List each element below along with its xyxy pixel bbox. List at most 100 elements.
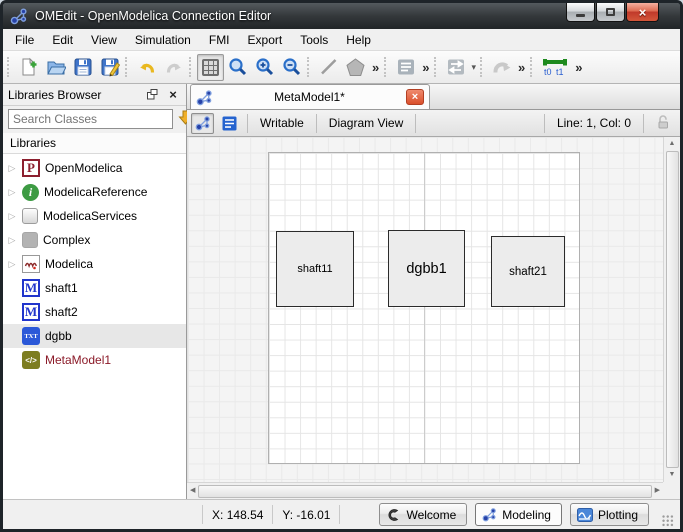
open-model-button[interactable] xyxy=(42,54,69,81)
toolbar-handle[interactable] xyxy=(434,57,439,77)
diagram-canvas[interactable]: shaft11 dgbb1 shaft21 xyxy=(187,137,663,482)
libraries-section-label: Libraries xyxy=(3,133,186,154)
vertical-scroll-thumb[interactable] xyxy=(665,151,679,468)
window-title: OMEdit - OpenModelica Connection Editor xyxy=(35,9,272,23)
library-item-openmodelica[interactable]: ▷ P OpenModelica xyxy=(3,156,186,180)
library-item-shaft1[interactable]: M shaft1 xyxy=(3,276,186,300)
libraries-browser-title: Libraries Browser xyxy=(8,87,102,102)
plotting-perspective-button[interactable]: Plotting xyxy=(569,503,649,526)
scroll-down-icon[interactable]: ▼ xyxy=(669,471,676,479)
unlocked-padlock-icon xyxy=(658,115,668,129)
horizontal-scrollbar[interactable]: ◀ ▶ xyxy=(187,482,663,499)
toolbar-handle[interactable] xyxy=(480,57,485,77)
menu-file[interactable]: File xyxy=(6,30,43,50)
scroll-up-icon[interactable]: ▲ xyxy=(669,140,676,148)
welcome-perspective-button[interactable]: Welcome xyxy=(379,503,468,526)
component-shaft11[interactable]: shaft11 xyxy=(276,231,354,307)
text-view-button[interactable] xyxy=(218,113,241,134)
horizontal-scroll-thumb[interactable] xyxy=(198,484,652,498)
float-panel-button[interactable] xyxy=(144,87,160,102)
toolbar-handle[interactable] xyxy=(125,57,130,77)
modeling-icon xyxy=(482,508,497,522)
connect-dropdown-caret[interactable]: ▾ xyxy=(469,62,478,73)
welcome-icon xyxy=(388,508,399,521)
toolbar-handle[interactable] xyxy=(307,57,312,77)
library-item-complex[interactable]: ▷ Complex xyxy=(3,228,186,252)
window-resize-grip[interactable] xyxy=(661,514,674,527)
menu-bar: File Edit View Simulation FMI Export Too… xyxy=(3,29,680,51)
component-label: shaft21 xyxy=(509,265,547,278)
tab-metamodel1[interactable]: MetaModel1* × xyxy=(190,84,430,110)
scroll-left-icon[interactable]: ◀ xyxy=(190,487,195,495)
zoom-out-button[interactable] xyxy=(278,54,305,81)
scroll-right-icon[interactable]: ▶ xyxy=(655,487,660,495)
library-item-dgbb[interactable]: TXT dgbb xyxy=(3,324,186,348)
toolbar-handle[interactable] xyxy=(7,57,12,77)
expand-arrow-icon[interactable]: ▷ xyxy=(7,259,17,270)
diagram-view-button[interactable] xyxy=(191,112,214,134)
close-icon: × xyxy=(638,4,647,20)
maximize-button[interactable] xyxy=(596,3,625,22)
menu-view[interactable]: View xyxy=(82,30,126,50)
expand-arrow-icon[interactable]: ▷ xyxy=(7,163,17,174)
close-button[interactable]: × xyxy=(626,3,659,22)
toolbar-handle[interactable] xyxy=(384,57,389,77)
writable-indicator[interactable]: Writable xyxy=(254,116,310,130)
toolbar-handle[interactable] xyxy=(530,57,535,77)
zoom-in-button[interactable] xyxy=(251,54,278,81)
minimize-button[interactable] xyxy=(566,3,595,22)
model-switcher-more-button[interactable]: » xyxy=(419,60,432,75)
zoom-fit-button[interactable] xyxy=(224,54,251,81)
time-more-button[interactable]: » xyxy=(572,60,585,75)
library-item-shaft2[interactable]: M shaft2 xyxy=(3,300,186,324)
menu-export[interactable]: Export xyxy=(239,30,292,50)
simulate-more-button[interactable]: » xyxy=(515,60,528,75)
library-item-modelicaservices[interactable]: ▷ ModelicaServices xyxy=(3,204,186,228)
tab-close-button[interactable]: × xyxy=(406,89,424,105)
menu-fmi[interactable]: FMI xyxy=(200,30,239,50)
vertical-scrollbar[interactable]: ▲ ▼ xyxy=(663,137,680,482)
text-file-icon: TXT xyxy=(22,327,40,345)
toolbar-handle[interactable] xyxy=(189,57,194,77)
component-dgbb1[interactable]: dgbb1 xyxy=(388,230,465,307)
separator xyxy=(543,113,545,133)
close-panel-button[interactable]: × xyxy=(165,87,181,102)
save-as-button[interactable] xyxy=(96,54,123,81)
libraries-tree: ▷ P OpenModelica ▷ i ModelicaReference ▷… xyxy=(3,154,186,499)
line-tool-button[interactable] xyxy=(315,54,342,81)
library-item-label: MetaModel1 xyxy=(45,353,112,367)
undo-button[interactable] xyxy=(133,54,160,81)
cursor-y-coordinate: Y: -16.01 xyxy=(282,507,331,522)
library-item-metamodel1[interactable]: </> MetaModel1 xyxy=(3,348,186,372)
plotting-label: Plotting xyxy=(597,507,638,522)
line-col-indicator: Line: 1, Col: 0 xyxy=(556,116,631,130)
menu-tools[interactable]: Tools xyxy=(291,30,337,50)
simulate-arrow-icon xyxy=(492,62,510,73)
connect-mode-button[interactable] xyxy=(442,54,469,81)
search-classes-input[interactable] xyxy=(8,109,173,129)
component-shaft21[interactable]: shaft21 xyxy=(491,236,565,307)
simulation-time-button[interactable]: t0 t1 xyxy=(538,54,572,81)
search-row xyxy=(3,106,193,133)
save-button[interactable] xyxy=(69,54,96,81)
shapes-more-button[interactable]: » xyxy=(369,60,382,75)
new-model-button[interactable] xyxy=(15,54,42,81)
float-panel-icon xyxy=(146,89,157,100)
library-item-modelica[interactable]: ▷ Modelica xyxy=(3,252,186,276)
menu-help[interactable]: Help xyxy=(337,30,380,50)
menu-simulation[interactable]: Simulation xyxy=(126,30,200,50)
expand-arrow-icon[interactable]: ▷ xyxy=(7,211,17,222)
expand-arrow-icon[interactable]: ▷ xyxy=(7,187,17,198)
simulate-button[interactable] xyxy=(488,54,515,81)
library-item-modelicareference[interactable]: ▷ i ModelicaReference xyxy=(3,180,186,204)
show-grid-button[interactable] xyxy=(197,53,224,81)
component-label: dgbb1 xyxy=(406,260,447,277)
model-switcher-button[interactable] xyxy=(392,54,419,81)
menu-edit[interactable]: Edit xyxy=(43,30,82,50)
expand-arrow-icon[interactable]: ▷ xyxy=(7,235,17,246)
modeling-perspective-button[interactable]: Modeling xyxy=(475,503,562,526)
lock-button[interactable] xyxy=(650,114,676,132)
library-item-label: ModelicaReference xyxy=(44,185,148,199)
redo-button[interactable] xyxy=(160,54,187,81)
polygon-tool-button[interactable] xyxy=(342,54,369,81)
